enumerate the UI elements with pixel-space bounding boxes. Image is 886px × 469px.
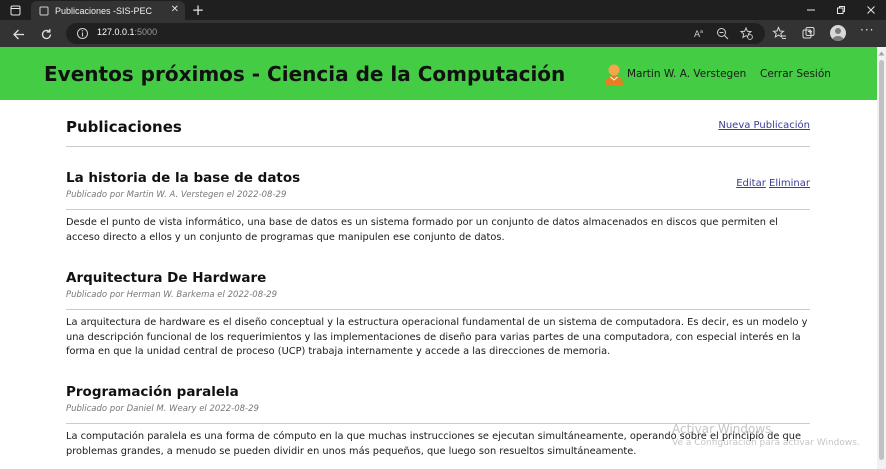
site-info-icon[interactable] — [76, 27, 89, 40]
logout-link[interactable]: Cerrar Sesión — [760, 68, 831, 80]
profile-avatar-icon[interactable] — [830, 25, 846, 41]
restore-icon[interactable] — [826, 0, 856, 20]
url-port: :5000 — [134, 27, 158, 37]
edit-link[interactable]: Editar — [736, 178, 766, 189]
scrollbar-thumb[interactable] — [879, 60, 884, 460]
refresh-icon[interactable] — [37, 25, 55, 43]
user-name: Martin W. A. Verstegen — [627, 68, 747, 80]
post-body: La arquitectura de hardware es el diseño… — [66, 317, 808, 357]
post-divider — [66, 309, 810, 310]
user-avatar-icon — [605, 64, 623, 85]
page-favicon-icon — [39, 6, 49, 15]
url-text: 127.0.0.1:5000 — [97, 27, 157, 37]
user-info: Martin W. A. Verstegen — [604, 63, 746, 85]
window-menu-icon[interactable] — [0, 0, 30, 20]
site-title: Eventos próximos - Ciencia de la Computa… — [44, 62, 566, 86]
browser-tab-strip: Publicaciones -SIS-PEC ✕ + — [0, 0, 886, 20]
new-publication-link[interactable]: Nueva Publicación — [718, 120, 810, 131]
tab-close-icon[interactable]: ✕ — [171, 4, 179, 15]
activation-watermark-text: Ve a Configuración para activar Windows. — [672, 438, 860, 448]
svg-text:a: a — [700, 29, 703, 35]
site-header: Eventos próximos - Ciencia de la Computa… — [0, 47, 877, 100]
browser-tab-active[interactable]: Publicaciones -SIS-PEC ✕ — [31, 1, 185, 20]
back-arrow-icon[interactable] — [9, 25, 27, 43]
tab-title: Publicaciones -SIS-PEC — [55, 5, 153, 16]
post-title: Arquitectura De Hardware — [66, 270, 267, 286]
favorites-icon[interactable] — [772, 26, 787, 41]
read-aloud-icon[interactable]: Aa — [693, 27, 706, 40]
post-actions: Editar Eliminar — [736, 178, 810, 189]
zoom-out-icon[interactable] — [716, 27, 729, 40]
activation-watermark-title: Activar Windows — [672, 422, 772, 436]
heading-divider — [66, 146, 810, 147]
post-meta: Publicado por Martin W. A. Verstegen el … — [66, 190, 287, 200]
collections-icon[interactable] — [801, 26, 816, 41]
post-meta: Publicado por Daniel M. Weary el 2022-08… — [66, 404, 259, 414]
new-tab-icon[interactable]: + — [190, 1, 206, 19]
close-window-icon[interactable] — [856, 0, 886, 20]
page-title: Publicaciones — [66, 118, 182, 136]
add-favorite-icon[interactable] — [740, 27, 753, 40]
post-body: Desde el punto de vista informático, una… — [66, 217, 778, 243]
url-field[interactable]: 127.0.0.1:5000 Aa — [66, 23, 765, 44]
url-host: 127.0.0.1 — [97, 27, 135, 37]
post-meta: Publicado por Herman W. Barkema el 2022-… — [66, 290, 277, 300]
browser-address-bar: 127.0.0.1:5000 Aa ··· — [0, 20, 886, 47]
scroll-up-icon[interactable] — [877, 49, 886, 58]
minimize-icon[interactable] — [796, 0, 826, 20]
post-title: Programación paralela — [66, 384, 239, 400]
more-options-icon[interactable]: ··· — [860, 24, 875, 41]
delete-link[interactable]: Eliminar — [769, 178, 810, 189]
post-divider — [66, 209, 810, 210]
post-title: La historia de la base de datos — [66, 170, 301, 186]
